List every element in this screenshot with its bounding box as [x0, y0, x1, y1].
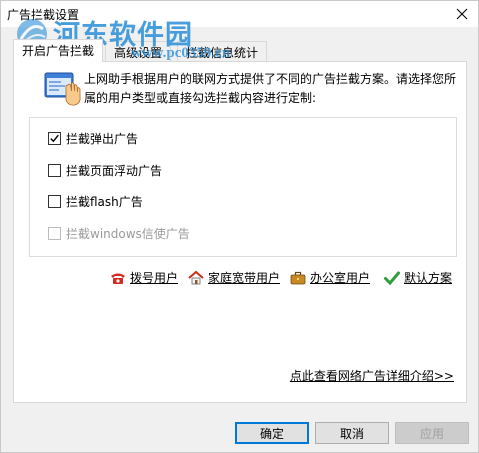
browser-hand-icon	[44, 72, 81, 106]
preset-label: 办公室用户	[310, 271, 371, 285]
preset-label: 家庭宽带用户	[208, 271, 281, 285]
tab-label: 开启广告拦截	[22, 44, 95, 58]
settings-dialog: 广告拦截设置 开启广告拦截 高级设置 拦截信息统计 河东软件园 www.pc03…	[0, 0, 479, 453]
briefcase-icon	[290, 271, 306, 284]
preset-label: 拨号用户	[130, 271, 179, 285]
option-label: 拦截页面浮动广告	[66, 163, 163, 178]
preset-label: 默认方案	[404, 271, 453, 285]
close-icon	[456, 8, 468, 20]
option-block-popup-ads[interactable]: 拦截弹出广告	[48, 130, 138, 146]
option-label: 拦截flash广告	[66, 194, 143, 209]
close-button[interactable]	[446, 1, 478, 27]
preset-home-broadband-user[interactable]: 家庭宽带用户	[188, 269, 280, 286]
checkmark-icon	[50, 134, 59, 142]
apply-button: 应用	[395, 422, 469, 444]
ad-details-link[interactable]: 点此查看网络广告详细介绍>>	[290, 367, 454, 384]
description-text: 上网助手根据用户的联网方式提供了不同的广告拦截方案。请选择您所属的用户类型或直接…	[84, 72, 457, 105]
checkbox[interactable]	[48, 163, 61, 177]
checkbox[interactable]	[48, 131, 61, 145]
house-icon	[188, 270, 204, 284]
option-block-flash-ads[interactable]: 拦截flash广告	[48, 193, 143, 209]
tab-panel: 上网助手根据用户的联网方式提供了不同的广告拦截方案。请选择您所属的用户类型或直接…	[13, 61, 467, 403]
button-label: 应用	[419, 426, 444, 441]
cancel-button[interactable]: 取消	[315, 422, 389, 444]
preset-default-plan[interactable]: 默认方案	[384, 269, 452, 286]
button-label: 确定	[259, 426, 284, 441]
block-options-group: 拦截弹出广告 拦截页面浮动广告 拦截flash广告 拦截windows信使广告	[29, 117, 457, 257]
checkbox	[48, 226, 61, 240]
button-label: 取消	[339, 426, 364, 441]
preset-links: 拨号用户 家庭宽带用户 办公室用户 默认方案	[110, 269, 460, 289]
checkmark-icon	[384, 271, 400, 285]
preset-dialup-user[interactable]: 拨号用户	[110, 269, 178, 286]
telephone-icon	[111, 273, 125, 284]
option-label: 拦截windows信使广告	[66, 226, 190, 241]
option-label: 拦截弹出广告	[66, 131, 139, 146]
tab-enable-ad-blocking[interactable]: 开启广告拦截	[13, 39, 104, 62]
ok-button[interactable]: 确定	[235, 422, 309, 444]
watermark-url: www.pc0359.cn	[131, 45, 231, 61]
option-block-floating-ads[interactable]: 拦截页面浮动广告	[48, 162, 162, 178]
preset-office-user[interactable]: 办公室用户	[290, 269, 370, 286]
option-block-messenger-ads: 拦截windows信使广告	[48, 225, 190, 241]
checkbox[interactable]	[48, 194, 61, 208]
